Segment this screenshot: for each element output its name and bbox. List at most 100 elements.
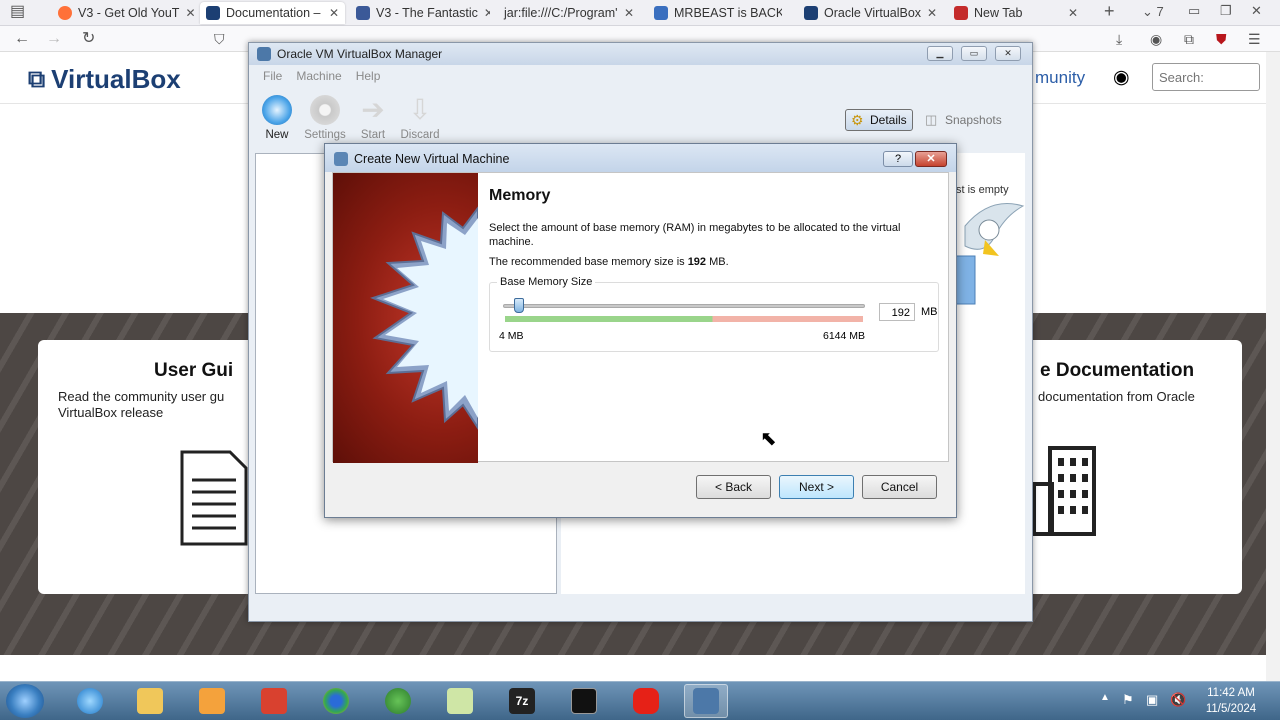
menu-icon[interactable]: ☰ (1248, 29, 1261, 49)
ccleaner-icon[interactable] (376, 684, 420, 718)
network-icon[interactable]: ▣ (1146, 692, 1158, 708)
min-memory-label: 4 MB (499, 330, 524, 342)
tab-list-icon[interactable]: ▤ (10, 2, 25, 22)
virtualbox-app-icon (257, 47, 271, 61)
close-icon[interactable]: ✕ (927, 6, 937, 20)
document-icon (180, 450, 248, 546)
dialog-title-bar[interactable]: Create New Virtual Machine (325, 144, 956, 172)
command-prompt-icon[interactable] (562, 684, 606, 718)
minimize-button[interactable]: ▁ (927, 46, 953, 61)
menu-file[interactable]: File (263, 69, 282, 83)
chevron-up-icon[interactable]: ▲ (1100, 692, 1110, 703)
time-text: 11:42 AM (1207, 687, 1255, 699)
tool-label: Settings (304, 129, 346, 141)
close-icon[interactable]: ✕ (329, 6, 339, 20)
discard-button[interactable]: ⇩ Discard (396, 95, 444, 142)
restore-button[interactable]: ❐ (1220, 1, 1232, 21)
media-player-icon[interactable] (190, 684, 234, 718)
close-button[interactable]: ✕ (915, 151, 947, 167)
volume-muted-icon[interactable]: 🔇 (1170, 692, 1186, 708)
download-icon[interactable]: ⤓ (1116, 29, 1122, 49)
menu-help[interactable]: Help (356, 69, 381, 83)
create-vm-dialog: Create New Virtual Machine ? ✕ Memory Se… (324, 143, 957, 518)
tab-label: jar:file:///C:/Program' (504, 6, 618, 20)
back-arrow-icon[interactable]: ← (14, 29, 30, 49)
close-icon[interactable]: ✕ (624, 6, 634, 20)
account-icon[interactable]: ◉ (1150, 29, 1162, 49)
memory-slider-thumb[interactable] (514, 298, 525, 313)
virtualbox-logo[interactable]: ⧉ VirtualBox (28, 64, 181, 95)
description-text: Select the amount of base memory (RAM) i… (489, 222, 901, 248)
group-label: Base Memory Size (497, 276, 596, 288)
card-title: e Documentation (1040, 360, 1195, 381)
chevron-down-icon: ⌄ (1142, 4, 1153, 19)
clock[interactable]: 11:42 AM 11/5/2024 (1196, 685, 1266, 717)
start-button[interactable] (6, 684, 44, 718)
tab-2[interactable]: Documentation – ✕ (200, 2, 345, 24)
forward-arrow-icon[interactable]: → (46, 29, 62, 49)
tab-5[interactable]: MRBEAST is BACK ✕ (648, 2, 782, 24)
max-memory-label: 6144 MB (823, 330, 866, 342)
minimize-button[interactable]: ▭ (1188, 1, 1200, 21)
memory-slider-scale (505, 316, 863, 322)
chrome-icon[interactable] (314, 684, 358, 718)
close-icon[interactable]: ✕ (185, 6, 195, 20)
close-icon[interactable]: ✕ (1068, 6, 1078, 20)
manager-title-bar[interactable]: Oracle VM VirtualBox Manager ▁ ▭ ✕ (249, 43, 1032, 65)
internet-explorer-icon[interactable] (68, 684, 112, 718)
memory-input[interactable] (879, 303, 915, 321)
reload-icon[interactable]: ↻ (82, 29, 95, 49)
settings-button[interactable]: Settings (301, 95, 349, 141)
notepad-icon[interactable] (438, 684, 482, 718)
dialog-body: Memory Select the amount of base memory … (332, 172, 949, 463)
maximize-button[interactable]: ▭ (961, 46, 987, 61)
card-text: Read the community user gu VirtualBox re… (58, 389, 225, 420)
manager-title: Oracle VM VirtualBox Manager (277, 47, 443, 61)
details-button[interactable]: ⚙ Details (845, 109, 913, 131)
site-footer (0, 655, 1280, 681)
tab-count[interactable]: ⌄ 7 (1142, 2, 1164, 22)
new-tab-button[interactable]: + (1104, 1, 1115, 21)
close-icon[interactable]: ✕ (484, 6, 490, 20)
tab-1[interactable]: V3 - Get Old YouT ✕ (52, 2, 198, 24)
site-icon (356, 6, 370, 20)
cancel-button[interactable]: Cancel (862, 475, 937, 499)
empty-list-text: st is empty (956, 184, 1009, 196)
close-window-button[interactable]: ✕ (1251, 1, 1262, 21)
tab-label: V3 - Get Old YouT (78, 6, 180, 20)
virtualbox-taskbar-icon[interactable] (684, 684, 728, 718)
ublock-icon[interactable]: ⛊ (1216, 29, 1227, 49)
tab-3[interactable]: V3 - The Fantastic ✕ (350, 2, 490, 24)
7zip-icon[interactable]: 7z (500, 684, 544, 718)
tab-4[interactable]: jar:file:///C:/Program' ✕ (498, 2, 640, 24)
gmail-icon[interactable] (252, 684, 296, 718)
snapshots-label: Snapshots (945, 113, 1002, 127)
snapshots-button[interactable]: ◫ Snapshots (925, 112, 1002, 127)
back-button[interactable]: < Back (696, 475, 771, 499)
page-scrollbar[interactable] (1266, 52, 1280, 681)
mouse-cursor-icon: ⬉ (760, 428, 777, 450)
community-link[interactable]: munity (1035, 68, 1085, 88)
new-tab-icon (954, 6, 968, 20)
tab-6[interactable]: Oracle VirtualBox ✕ (798, 2, 938, 24)
youtube-icon[interactable] (624, 684, 668, 718)
user-icon[interactable]: ◉ (1113, 66, 1130, 89)
next-button[interactable]: Next > (779, 475, 854, 499)
virtualbox-icon (804, 6, 818, 20)
tab-label: New Tab (974, 6, 1023, 20)
search-input[interactable] (1152, 63, 1260, 91)
start-button[interactable]: ➔ Start (349, 95, 397, 142)
help-button[interactable]: ? (883, 151, 913, 167)
memory-unit: MB (921, 306, 938, 318)
extensions-icon[interactable]: ⧉ (1184, 29, 1194, 49)
shield-icon[interactable]: ⛉ (214, 29, 225, 49)
new-button[interactable]: New (253, 95, 301, 141)
virtualbox-app-icon (334, 152, 348, 166)
file-explorer-icon[interactable] (128, 684, 172, 718)
menu-machine[interactable]: Machine (296, 69, 341, 83)
memory-slider-track[interactable] (503, 304, 865, 308)
tool-label: Discard (400, 129, 440, 141)
tab-7[interactable]: New Tab ✕ (948, 2, 1084, 24)
flag-icon[interactable]: ⚑ (1122, 692, 1134, 708)
close-button[interactable]: ✕ (995, 46, 1021, 61)
